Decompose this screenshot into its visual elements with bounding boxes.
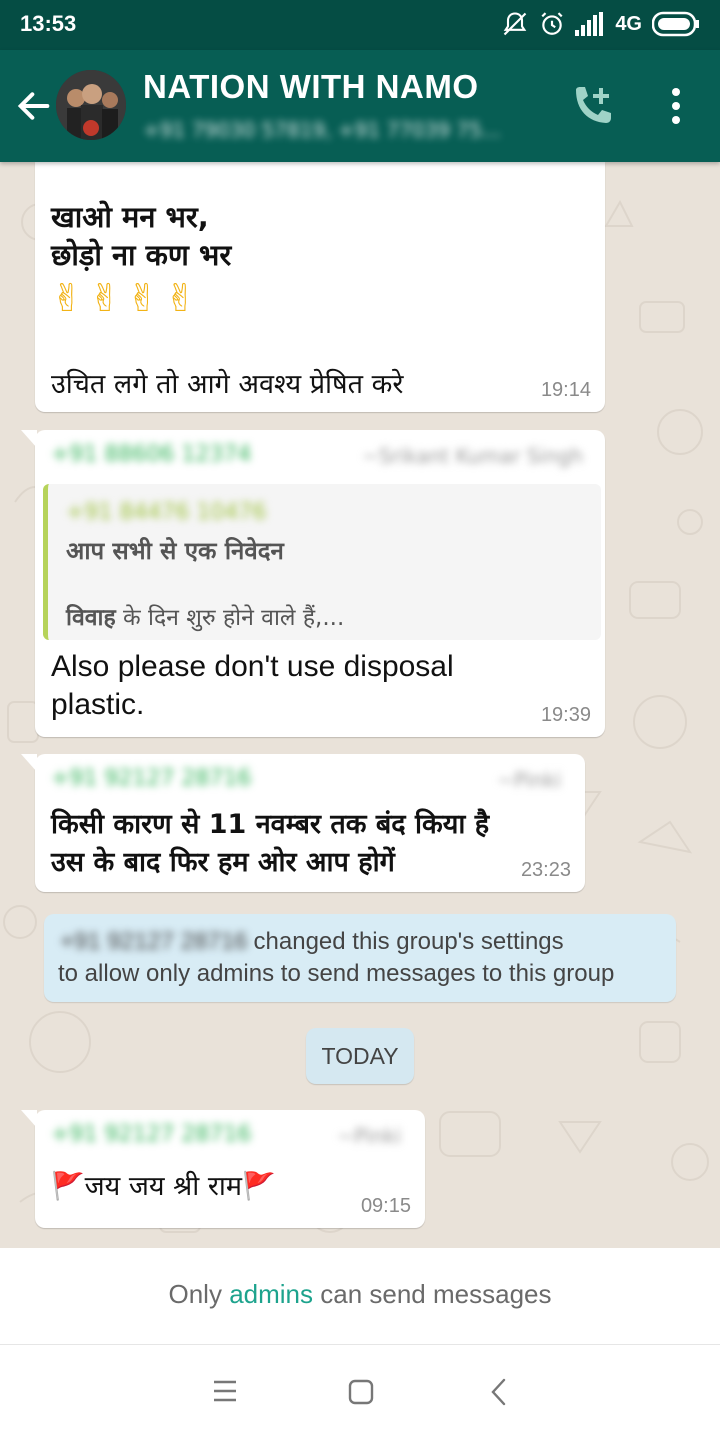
battery-icon [652,11,699,37]
group-title[interactable]: NATION WITH NAMO [143,68,479,106]
message-bubble[interactable]: +91 92127 28716 ~Pinki किसी कारण से 11 न… [21,754,585,892]
system-navigation-bar [0,1345,720,1440]
sender-number[interactable]: +91 92127 28716 [51,766,251,791]
status-icons: 4G [501,10,700,38]
chat-header: NATION WITH NAMO +91 79030 57819, +91 77… [0,50,720,162]
bubble-tail [21,430,37,448]
message-time: 19:39 [540,704,591,726]
admins-link[interactable]: admins [229,1279,313,1309]
message-text: 🚩जय जय श्री राम🚩 [51,1171,276,1202]
arrow-left-icon[interactable] [14,86,54,126]
home-icon[interactable] [348,1379,374,1405]
group-avatar[interactable] [56,70,126,140]
date-divider: TODAY [306,1028,414,1084]
actor-number: +91 92127 28716 [60,928,248,955]
quoted-message[interactable]: +91 84476 10476 आप सभी से एक निवेदन विवा… [43,484,601,640]
message-time: 23:23 [520,859,571,881]
victory-emoji: ✌✌✌✌ [51,276,203,320]
message-text: खाओ मन भर, छोड़ो ना कण भर [51,200,232,272]
more-vertical-icon[interactable] [664,86,688,126]
message-bubble[interactable]: +91 88606 12374 ~Srikant Kumar Singh +91… [21,430,605,737]
muted-icon [504,12,527,36]
message-bubble[interactable]: खाओ मन भर, छोड़ो ना कण भर ✌✌✌✌ उचित लगे … [35,162,605,412]
quoted-sender: +91 84476 10476 [66,500,267,525]
message-text: उचित लगे तो आगे अवश्य प्रेषित करे [51,369,404,400]
quoted-preview: विवाह के दिन शुरु होने वाले हैं,... [66,605,345,631]
message-time: 09:15 [360,1195,411,1217]
sender-number[interactable]: +91 88606 12374 [51,442,251,467]
status-bar: 13:53 4G [0,0,720,50]
admins-only-notice: Only admins can send messages [0,1248,720,1345]
system-message: +91 92127 28716 changed this group's sett… [44,914,676,1002]
bubble-tail [21,754,37,772]
sender-number[interactable]: +91 92127 28716 [51,1122,251,1147]
message-bubble[interactable]: +91 92127 28716 ~Pinki 🚩जय जय श्री राम🚩 … [21,1110,425,1228]
signal-icon [575,12,604,36]
group-participants: +91 79030 57819, +91 77039 75... [143,118,501,142]
recent-apps-icon[interactable] [212,1379,238,1403]
sender-name: ~Pinki [337,1124,401,1148]
bubble-tail [21,1110,37,1128]
message-text: किसी कारण से 11 नवम्बर तक बंद किया है उस… [51,809,490,878]
chat-area[interactable]: खाओ मन भर, छोड़ो ना कण भर ✌✌✌✌ उचित लगे … [0,162,720,1248]
sender-name: ~Srikant Kumar Singh [361,444,583,468]
system-message-text: to allow only admins to send messages to… [58,960,615,987]
sender-name: ~Pinki [497,768,561,792]
alarm-icon [541,12,563,35]
status-time: 13:53 [20,11,77,36]
flag-emoji: 🚩 [51,1171,85,1202]
quoted-title: आप सभी से एक निवेदन [66,537,284,565]
add-call-icon[interactable] [568,84,618,130]
flag-emoji: 🚩 [242,1171,276,1202]
message-time: 19:14 [540,379,591,401]
network-type: 4G [615,12,642,35]
back-nav-icon[interactable] [488,1378,510,1406]
message-text: Also please don't use disposal plastic. [51,650,454,721]
